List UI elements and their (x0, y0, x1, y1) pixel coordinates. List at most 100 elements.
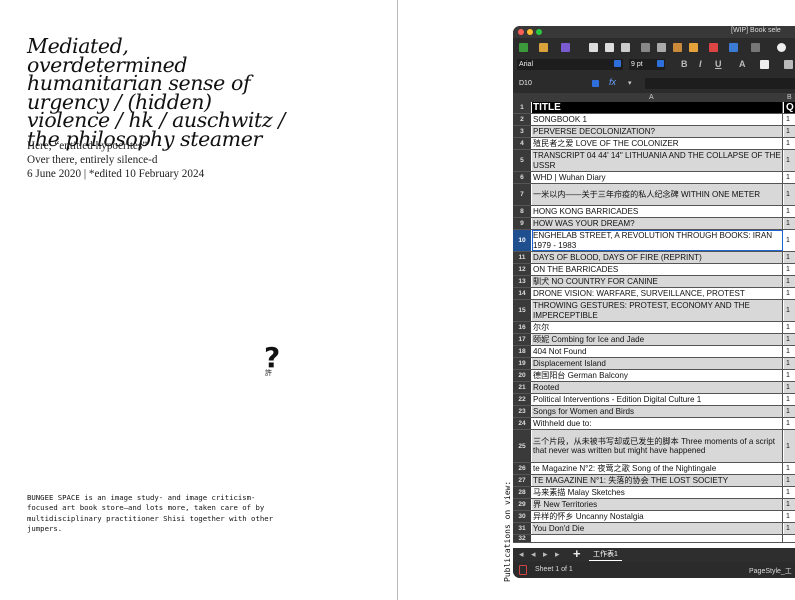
table-row[interactable]: 18 404 Not Found 1 (513, 346, 795, 358)
open-folder-icon[interactable] (539, 43, 548, 52)
title-cell[interactable]: 404 Not Found (532, 346, 783, 357)
row-number[interactable]: 25 (513, 430, 531, 462)
quantity-cell[interactable]: 1 (784, 523, 795, 534)
quantity-cell[interactable]: 1 (784, 463, 795, 474)
quantity-cell[interactable]: 1 (784, 430, 795, 462)
row-number[interactable]: 16 (513, 322, 531, 333)
quantity-cell[interactable]: Q (784, 102, 795, 113)
title-cell[interactable]: 一米以内——关于三年疖疫的私人纪念碑 WITHIN ONE METER (532, 184, 783, 205)
table-row[interactable]: 24 Withheld due to: 1 (513, 418, 795, 430)
title-cell[interactable]: THROWING GESTURES: PROTEST, ECONOMY AND … (532, 300, 783, 321)
quantity-cell[interactable]: 1 (784, 252, 795, 263)
name-box-dropdown-icon[interactable] (592, 80, 599, 87)
highlight-color-icon[interactable] (760, 60, 769, 69)
title-cell[interactable]: 殖民者之爱 LOVE OF THE COLONIZER (532, 138, 783, 149)
quantity-cell[interactable]: 1 (784, 475, 795, 486)
row-number[interactable]: 3 (513, 126, 531, 137)
font-size-dropdown-icon[interactable] (657, 60, 664, 67)
row-number[interactable]: 23 (513, 406, 531, 417)
title-cell[interactable]: Songs for Women and Birds (532, 406, 783, 417)
title-cell[interactable]: 尔尔 (532, 322, 783, 333)
table-row[interactable]: 5 TRANSCRIPT 04 44' 14" LITHUANIA AND THE… (513, 150, 795, 172)
quantity-cell[interactable]: 1 (784, 264, 795, 275)
title-cell[interactable]: 马来素描 Malay Sketches (532, 487, 783, 498)
zoom-window-button[interactable] (536, 29, 542, 35)
close-window-button[interactable] (518, 29, 524, 35)
title-cell[interactable]: SONGBOOK 1 (532, 114, 783, 125)
quantity-cell[interactable]: 1 (784, 406, 795, 417)
table-row[interactable]: 21 Rooted 1 (513, 382, 795, 394)
table-row[interactable]: 8 HONG KONG BARRICADES 1 (513, 206, 795, 218)
row-number[interactable]: 15 (513, 300, 531, 321)
quantity-cell[interactable]: 1 (784, 322, 795, 333)
title-cell[interactable]: TE MAGAZINE N°1: 失落的协会 THE LOST SOCIETY (532, 475, 783, 486)
table-row[interactable]: 28 马来素描 Malay Sketches 1 (513, 487, 795, 499)
table-row[interactable]: 6 WHD | Wuhan Diary 1 (513, 172, 795, 184)
last-sheet-icon[interactable]: ▸ (555, 549, 560, 560)
title-cell[interactable]: WHD | Wuhan Diary (532, 172, 783, 183)
table-row[interactable]: 23 Songs for Women and Birds 1 (513, 406, 795, 418)
previous-sheet-icon[interactable]: ◂ (531, 549, 536, 560)
title-cell[interactable]: 馴犬 NO COUNTRY FOR CANINE (532, 276, 783, 287)
table-row[interactable]: 29 界 New Territories 1 (513, 499, 795, 511)
table-row[interactable]: 15 THROWING GESTURES: PROTEST, ECONOMY AN… (513, 300, 795, 322)
table-row[interactable]: 32 (513, 535, 795, 543)
quantity-cell[interactable]: 1 (784, 218, 795, 229)
quantity-cell[interactable]: 1 (784, 370, 795, 381)
title-cell[interactable]: DAYS OF BLOOD, DAYS OF FIRE (REPRINT) (532, 252, 783, 263)
undo-icon[interactable] (729, 43, 738, 52)
row-number[interactable]: 30 (513, 511, 531, 522)
underline-icon[interactable]: U (715, 59, 722, 69)
title-cell[interactable]: You Don'd Die (532, 523, 783, 534)
row-number[interactable]: 17 (513, 334, 531, 345)
font-name-dropdown-icon[interactable] (614, 60, 621, 67)
title-cell[interactable] (532, 535, 783, 542)
quantity-cell[interactable] (784, 535, 795, 542)
title-cell[interactable]: te Magazine N°2: 夜莺之歌 Song of the Nighti… (532, 463, 783, 474)
table-row[interactable]: 11 DAYS OF BLOOD, DAYS OF FIRE (REPRINT) 1 (513, 252, 795, 264)
quantity-cell[interactable]: 1 (784, 276, 795, 287)
quantity-cell[interactable]: 1 (784, 511, 795, 522)
function-wizard-icon[interactable]: fx (609, 77, 616, 87)
title-cell[interactable]: 德国阳台 German Balcony (532, 370, 783, 381)
row-number[interactable]: 12 (513, 264, 531, 275)
title-cell[interactable]: TRANSCRIPT 04 44' 14" LITHUANIA AND THE … (532, 150, 783, 171)
clone-formatting-icon[interactable] (689, 43, 698, 52)
quantity-cell[interactable]: 1 (784, 382, 795, 393)
paste-icon[interactable] (673, 43, 682, 52)
bold-icon[interactable]: B (681, 59, 688, 69)
save-icon[interactable] (561, 43, 570, 52)
title-cell[interactable]: Displacement Island (532, 358, 783, 369)
row-number[interactable]: 20 (513, 370, 531, 381)
quantity-cell[interactable]: 1 (784, 346, 795, 357)
align-left-icon[interactable] (784, 60, 793, 69)
table-row[interactable]: 17 颐妮 Combing for Ice and Jade 1 (513, 334, 795, 346)
row-number[interactable]: 24 (513, 418, 531, 429)
row-number[interactable]: 26 (513, 463, 531, 474)
column-header-b[interactable]: B (787, 93, 792, 102)
title-cell[interactable]: Rooted (532, 382, 783, 393)
redo-icon[interactable] (751, 43, 760, 52)
title-cell[interactable]: Political Interventions - Edition Digita… (532, 394, 783, 405)
next-sheet-icon[interactable]: ▸ (543, 549, 548, 560)
quantity-cell[interactable]: 1 (784, 230, 795, 251)
table-row[interactable]: 30 异样的怀乡 Uncanny Nostalgia 1 (513, 511, 795, 523)
cut-icon[interactable] (641, 43, 650, 52)
formula-input[interactable] (645, 78, 795, 89)
table-row[interactable]: 19 Displacement Island 1 (513, 358, 795, 370)
table-row[interactable]: 3 PERVERSE DECOLONIZATION? 1 (513, 126, 795, 138)
quantity-cell[interactable]: 1 (784, 184, 795, 205)
quantity-cell[interactable]: 1 (784, 206, 795, 217)
name-box[interactable]: D10 (517, 78, 603, 89)
first-sheet-icon[interactable]: ◂ (519, 549, 524, 560)
quantity-cell[interactable]: 1 (784, 499, 795, 510)
row-number[interactable]: 4 (513, 138, 531, 149)
table-row[interactable]: 9 HOW WAS YOUR DREAM? 1 (513, 218, 795, 230)
quantity-cell[interactable]: 1 (784, 126, 795, 137)
row-number[interactable]: 32 (513, 535, 531, 542)
quantity-cell[interactable]: 1 (784, 172, 795, 183)
italic-icon[interactable]: I (699, 59, 702, 69)
print-preview-icon[interactable] (621, 43, 630, 52)
quantity-cell[interactable]: 1 (784, 418, 795, 429)
title-cell[interactable]: PERVERSE DECOLONIZATION? (532, 126, 783, 137)
